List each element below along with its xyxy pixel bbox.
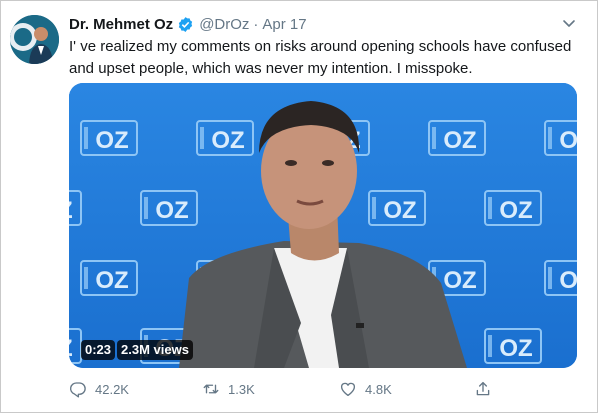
video-duration: 0:23 bbox=[81, 340, 116, 360]
retweet-count: 1.3K bbox=[228, 381, 255, 397]
reply-button[interactable]: 42.2K bbox=[69, 377, 129, 401]
chevron-down-icon[interactable] bbox=[561, 15, 577, 31]
reply-icon bbox=[69, 382, 86, 398]
tweet-date[interactable]: Apr 17 bbox=[262, 16, 306, 33]
like-count: 4.8K bbox=[365, 381, 392, 397]
author-handle[interactable]: @DrOz bbox=[199, 16, 249, 33]
tweet-card: Dr. Mehmet Oz @DrOz · Apr 17 I' ve reali… bbox=[0, 0, 598, 413]
verified-badge-icon bbox=[179, 16, 193, 32]
retweet-button[interactable]: 1.3K bbox=[202, 377, 255, 401]
tweet-text: I' ve realized my comments on risks arou… bbox=[69, 38, 572, 77]
tweet-header: Dr. Mehmet Oz @DrOz · Apr 17 bbox=[69, 13, 557, 35]
video-frame: OZ bbox=[69, 83, 577, 368]
share-button[interactable] bbox=[474, 377, 500, 401]
tweet-actions: 42.2K 1.3K 4.8K bbox=[69, 377, 589, 401]
video-player[interactable]: OZ bbox=[69, 83, 577, 368]
share-icon bbox=[476, 381, 490, 396]
retweet-icon bbox=[203, 384, 219, 394]
reply-count: 42.2K bbox=[95, 381, 129, 397]
heart-icon bbox=[340, 382, 356, 397]
header-separator: · bbox=[253, 15, 259, 33]
author-name[interactable]: Dr. Mehmet Oz bbox=[69, 16, 173, 33]
avatar-image bbox=[10, 15, 59, 64]
like-button[interactable]: 4.8K bbox=[339, 377, 392, 401]
avatar[interactable] bbox=[10, 15, 59, 64]
video-view-count: 2.3M views bbox=[117, 340, 193, 360]
